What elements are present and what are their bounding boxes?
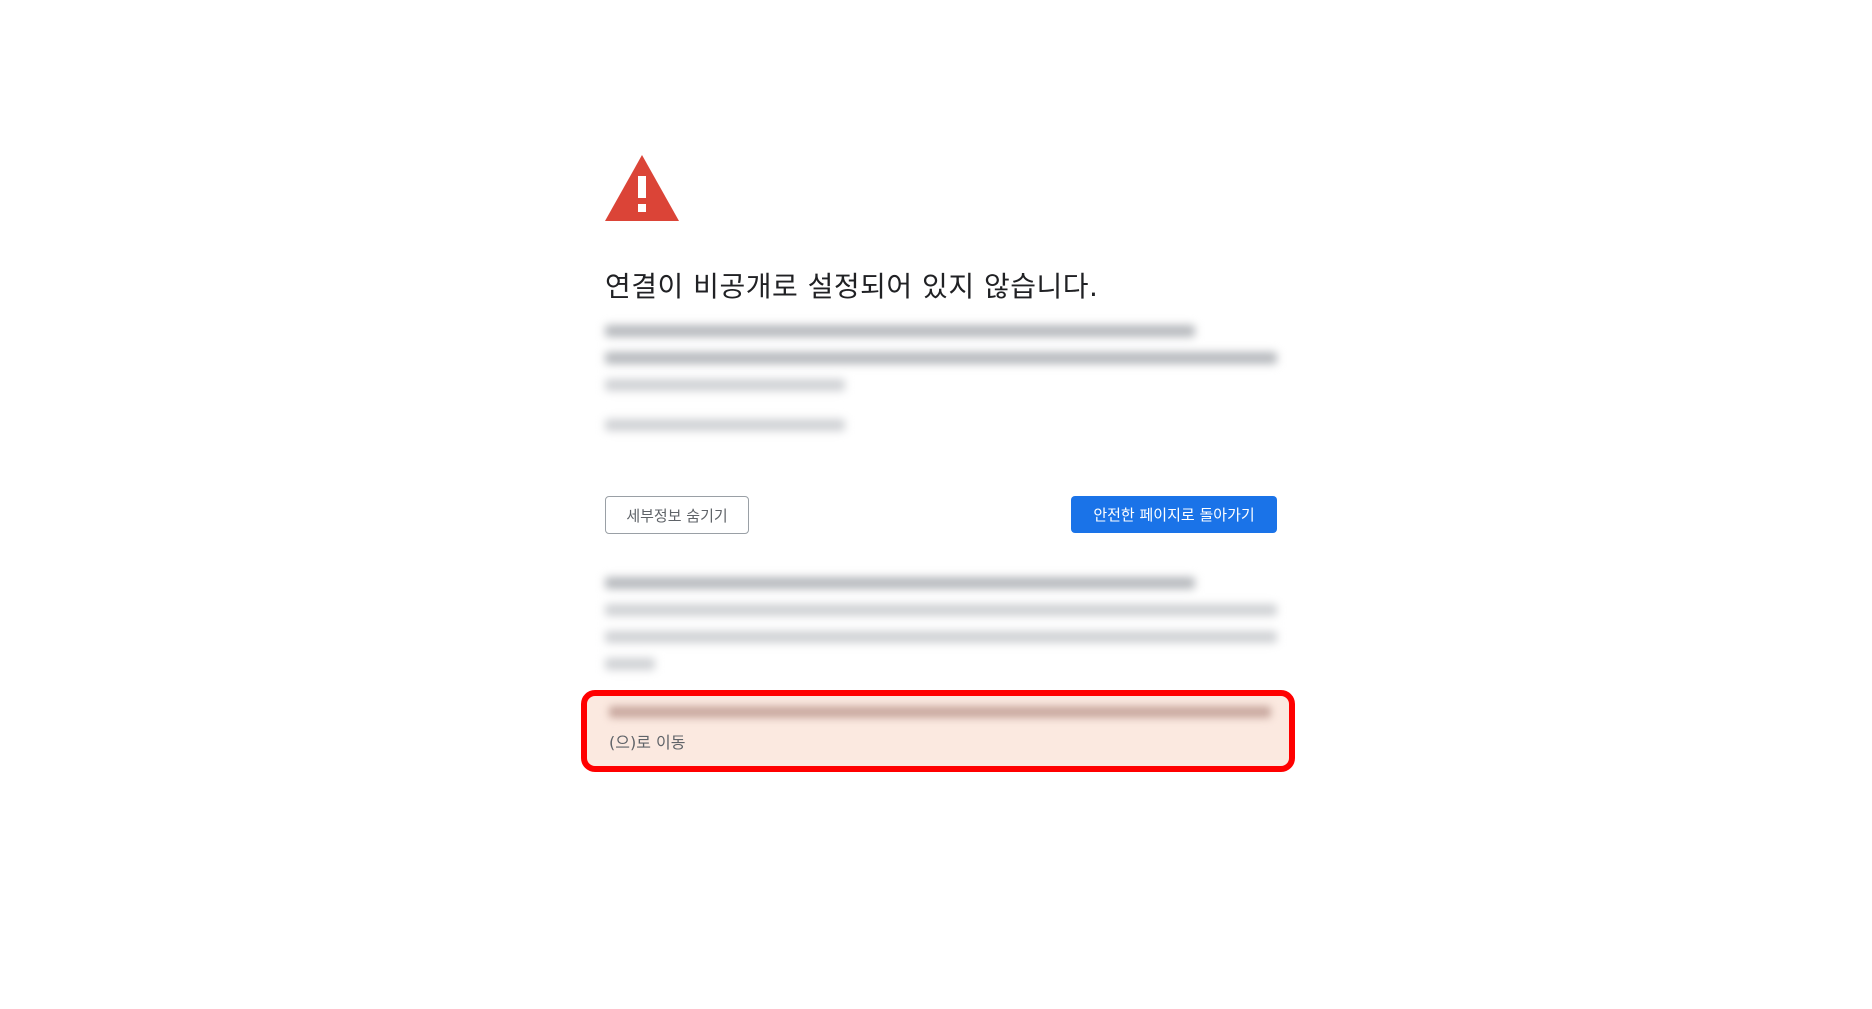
- page-title: 연결이 비공개로 설정되어 있지 않습니다.: [605, 270, 1099, 303]
- hide-details-button[interactable]: 세부정보 숨기기: [605, 496, 749, 534]
- proceed-link-blurred[interactable]: [609, 706, 1271, 718]
- warning-triangle-icon: [605, 155, 679, 221]
- proceed-link-highlight[interactable]: (으)로 이동: [581, 690, 1295, 772]
- interstitial-page: 연결이 비공개로 설정되어 있지 않습니다. 세부정보 숨기기 안전한 페이지로…: [0, 0, 1872, 1009]
- proceed-link-suffix[interactable]: (으)로 이동: [609, 729, 685, 753]
- explanation-paragraph-blurred: [605, 325, 1277, 406]
- details-paragraph-blurred: [605, 577, 1277, 685]
- back-to-safety-button[interactable]: 안전한 페이지로 돌아가기: [1071, 496, 1277, 533]
- error-code-blurred: [605, 419, 1277, 446]
